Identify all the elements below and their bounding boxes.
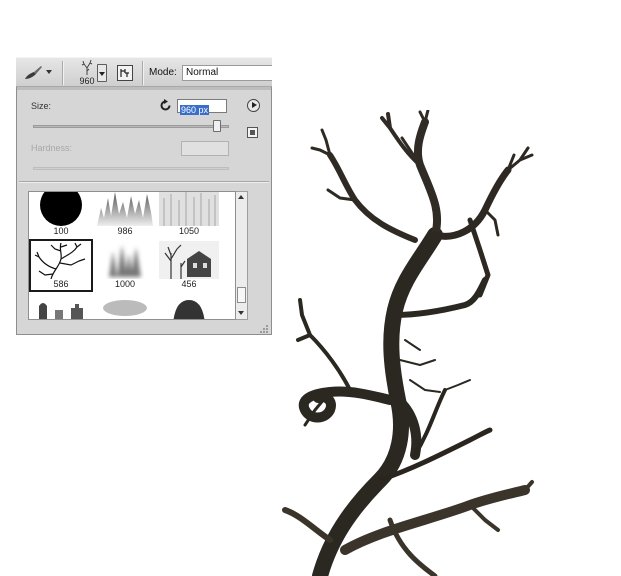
preset-cell-forest[interactable]: 1050 (157, 192, 221, 239)
scroll-up-icon[interactable] (236, 192, 247, 203)
graveyard-brush-icon (31, 294, 91, 319)
hardness-label: Hardness: (31, 143, 73, 153)
resize-grip-icon[interactable] (259, 321, 269, 333)
canvas-tree-artwork (282, 110, 534, 576)
hardness-slider (33, 167, 229, 170)
preset-cell-house[interactable]: 456 (157, 239, 221, 292)
brush-preset-grid: 100 986 1050 586 1000 456 (28, 191, 236, 320)
mode-label: Mode: (149, 67, 177, 78)
preset-size: 586 (53, 279, 69, 289)
preset-cell-soft-spikes[interactable]: 1000 (93, 239, 157, 292)
brush-picker-dropdown-button[interactable] (97, 64, 107, 82)
forest-brush-icon (159, 192, 219, 226)
size-label: Size: (31, 101, 52, 111)
brush-preset-panel: Size: 960 px Hardness: 100 986 1050 586 … (16, 87, 272, 335)
scroll-down-icon[interactable] (236, 308, 247, 319)
brush-icon[interactable] (22, 63, 44, 83)
size-input-value: 960 px (180, 105, 210, 115)
grass-brush-icon (95, 192, 155, 226)
hardness-input (181, 141, 229, 156)
preset-cell-tree-branch[interactable]: 586 (29, 239, 93, 292)
preset-cell-stone[interactable] (157, 292, 221, 319)
house-brush-icon (159, 241, 219, 279)
brush-size-label: 960 (79, 76, 95, 86)
new-preset-icon[interactable] (247, 125, 258, 138)
divider (19, 181, 269, 182)
size-slider[interactable] (33, 125, 229, 128)
preset-size: 456 (181, 279, 197, 289)
size-slider-thumb[interactable] (213, 120, 222, 132)
preset-cell-cloud[interactable] (93, 292, 157, 319)
size-input[interactable]: 960 px (177, 99, 227, 115)
separator (142, 61, 143, 85)
brush-preset-picker[interactable]: 960 (76, 59, 98, 86)
separator (62, 61, 63, 85)
preset-cell-grass[interactable]: 986 (93, 192, 157, 239)
panel-grip (17, 87, 271, 90)
brush-tip-icon (81, 59, 93, 75)
brush-panel-toggle-icon[interactable] (117, 65, 133, 81)
options-bar: 960 Mode: Normal (16, 57, 272, 87)
soft-spikes-brush-icon (95, 241, 155, 279)
preset-grid-scrollbar[interactable] (236, 191, 248, 320)
stone-brush-icon (159, 294, 219, 319)
preset-size: 1050 (178, 226, 200, 236)
hard-round-brush-icon (31, 192, 91, 226)
preset-cell-hard-round[interactable]: 100 (29, 192, 93, 239)
preset-size: 986 (117, 226, 133, 236)
tool-preset-dropdown[interactable] (46, 70, 52, 74)
preset-size: 100 (53, 226, 69, 236)
mode-select[interactable]: Normal (182, 65, 272, 81)
preset-cell-graveyard[interactable] (29, 292, 93, 319)
scrollbar-thumb[interactable] (237, 287, 246, 303)
preset-size: 1000 (114, 279, 136, 289)
reset-size-icon[interactable] (159, 99, 172, 112)
panel-menu-icon[interactable] (247, 99, 260, 112)
tree-branch-brush-icon (31, 241, 91, 279)
cloud-brush-icon (95, 294, 155, 319)
